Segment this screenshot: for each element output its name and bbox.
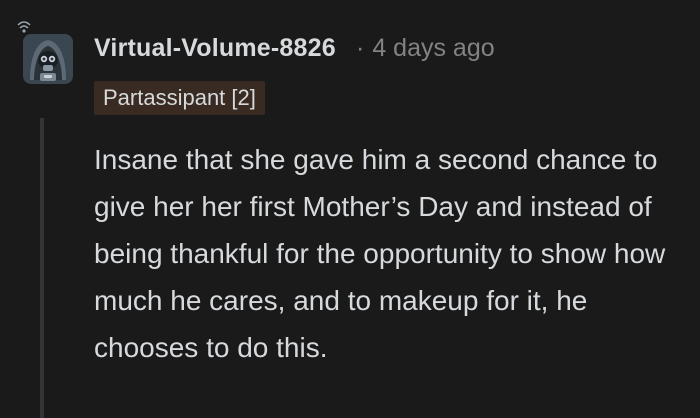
comment-body: Insane that she gave him a second chance…	[94, 144, 666, 363]
user-avatar[interactable]	[14, 18, 82, 86]
comment-author[interactable]: Virtual-Volume-8826	[94, 34, 336, 63]
snoo-avatar-icon	[17, 21, 73, 84]
comment-meta: · 4 days ago	[356, 34, 495, 63]
comment: Virtual-Volume-8826 · 4 days ago Partassi…	[0, 0, 700, 418]
thread-line[interactable]	[40, 118, 44, 418]
comment-timestamp[interactable]: 4 days ago	[372, 34, 494, 62]
meta-separator: ·	[356, 34, 365, 62]
user-flair: Partassipant [2]	[94, 81, 265, 115]
